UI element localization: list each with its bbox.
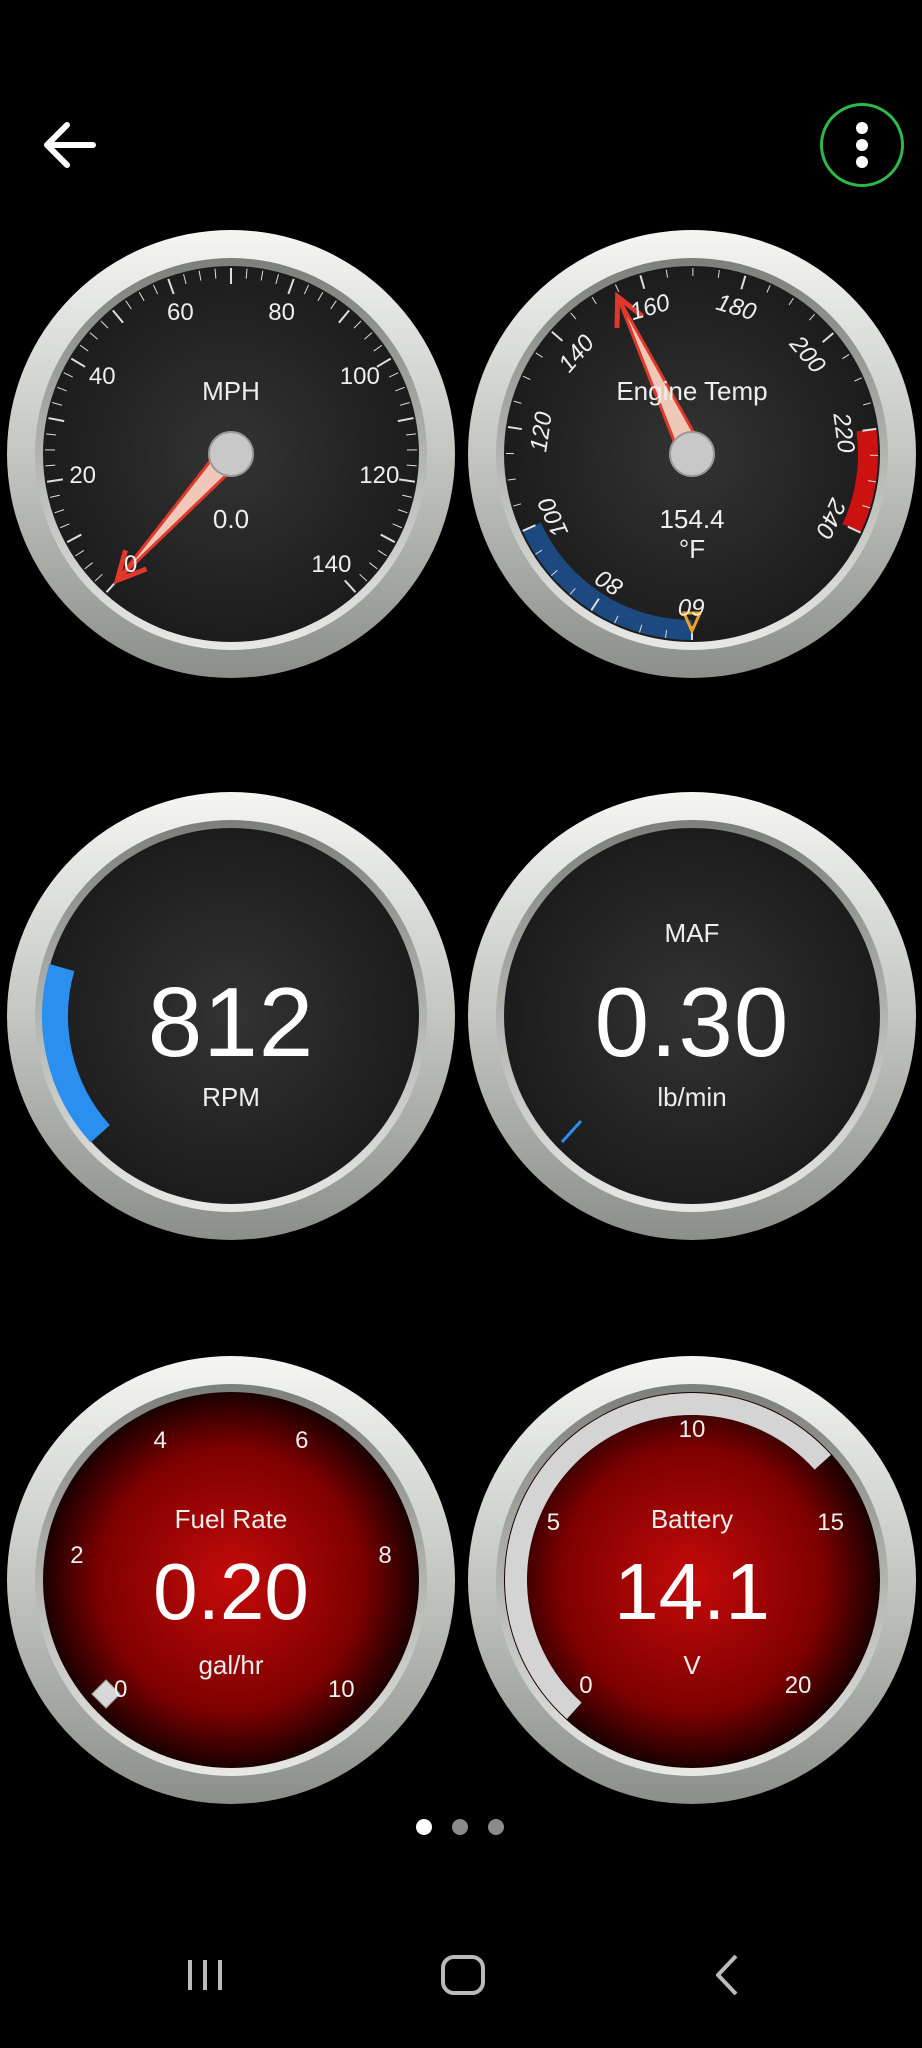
battery-label: Battery (650, 1504, 734, 1534)
temp-label: Engine Temp (616, 376, 768, 406)
recent-apps-icon (188, 1960, 222, 1990)
fuel-tick-label: 4 (153, 1427, 167, 1454)
speed-tick-label: 80 (268, 298, 295, 326)
page-dot[interactable] (488, 1819, 504, 1835)
speed-label: MPH (202, 376, 260, 406)
speed-value: 0.0 (212, 504, 250, 534)
temp-tick-label: 220 (827, 411, 860, 456)
speed-tick-label: 60 (167, 298, 194, 326)
home-icon (441, 1955, 485, 1995)
battery-tick-label: 10 (678, 1416, 706, 1443)
home-button[interactable] (436, 1950, 490, 2005)
speed-tick-label: 140 (311, 551, 352, 579)
rpm-value: 812 (147, 967, 315, 1077)
more-options-button[interactable] (820, 103, 904, 187)
temp-needle-hub (669, 431, 715, 477)
speed-gauge-dial (7, 230, 455, 678)
fuel-rate-gauge[interactable]: 0 2 4 6 8 10 Fuel Rate 0.20 gal/hr (5, 1354, 457, 1806)
speed-tick-label: 20 (69, 462, 97, 490)
battery-value: 14.1 (614, 1547, 770, 1636)
maf-unit: lb/min (657, 1082, 727, 1112)
arrow-left-icon (44, 122, 96, 168)
temp-tick-label: 120 (524, 410, 558, 454)
maf-label: MAF (664, 918, 720, 948)
fuel-tick-label: 6 (295, 1427, 309, 1454)
battery-gauge[interactable]: 0 5 10 15 20 Battery 14.1 V (466, 1354, 918, 1806)
back-button[interactable] (35, 110, 105, 180)
temp-value: 154.4 (659, 504, 725, 534)
fuel-label: Fuel Rate (174, 1504, 288, 1534)
battery-unit: V (683, 1650, 701, 1680)
engine-temp-gauge[interactable]: 60 80 100 120 140 160 180 200 220 240 Engine Temp… (466, 228, 918, 680)
temp-tick-label: 60 (678, 593, 706, 620)
speed-gauge[interactable]: 0 20 40 60 80 100 120 140 MPH 0.0 (5, 228, 457, 680)
speed-needle-hub (208, 431, 254, 477)
fuel-value: 0.20 (153, 1547, 309, 1636)
fuel-unit: gal/hr (198, 1650, 264, 1680)
dial-tick-mark (45, 464, 56, 467)
rpm-gauge[interactable]: 812 RPM (5, 790, 457, 1242)
page-dot[interactable] (416, 1819, 432, 1835)
speed-tick-label: 120 (359, 462, 400, 490)
more-vertical-icon (856, 122, 868, 168)
chevron-left-icon (716, 1954, 738, 1996)
rpm-unit: RPM (202, 1082, 260, 1112)
maf-gauge[interactable]: MAF 0.30 lb/min (466, 790, 918, 1242)
temp-unit: °F (678, 534, 706, 564)
recent-apps-button[interactable] (180, 1950, 230, 2005)
page-dot[interactable] (452, 1819, 468, 1835)
system-back-button[interactable] (702, 1950, 752, 2005)
dial-tick-mark (406, 464, 417, 467)
maf-value: 0.30 (594, 967, 790, 1077)
speed-tick-label: 0 (123, 551, 138, 579)
